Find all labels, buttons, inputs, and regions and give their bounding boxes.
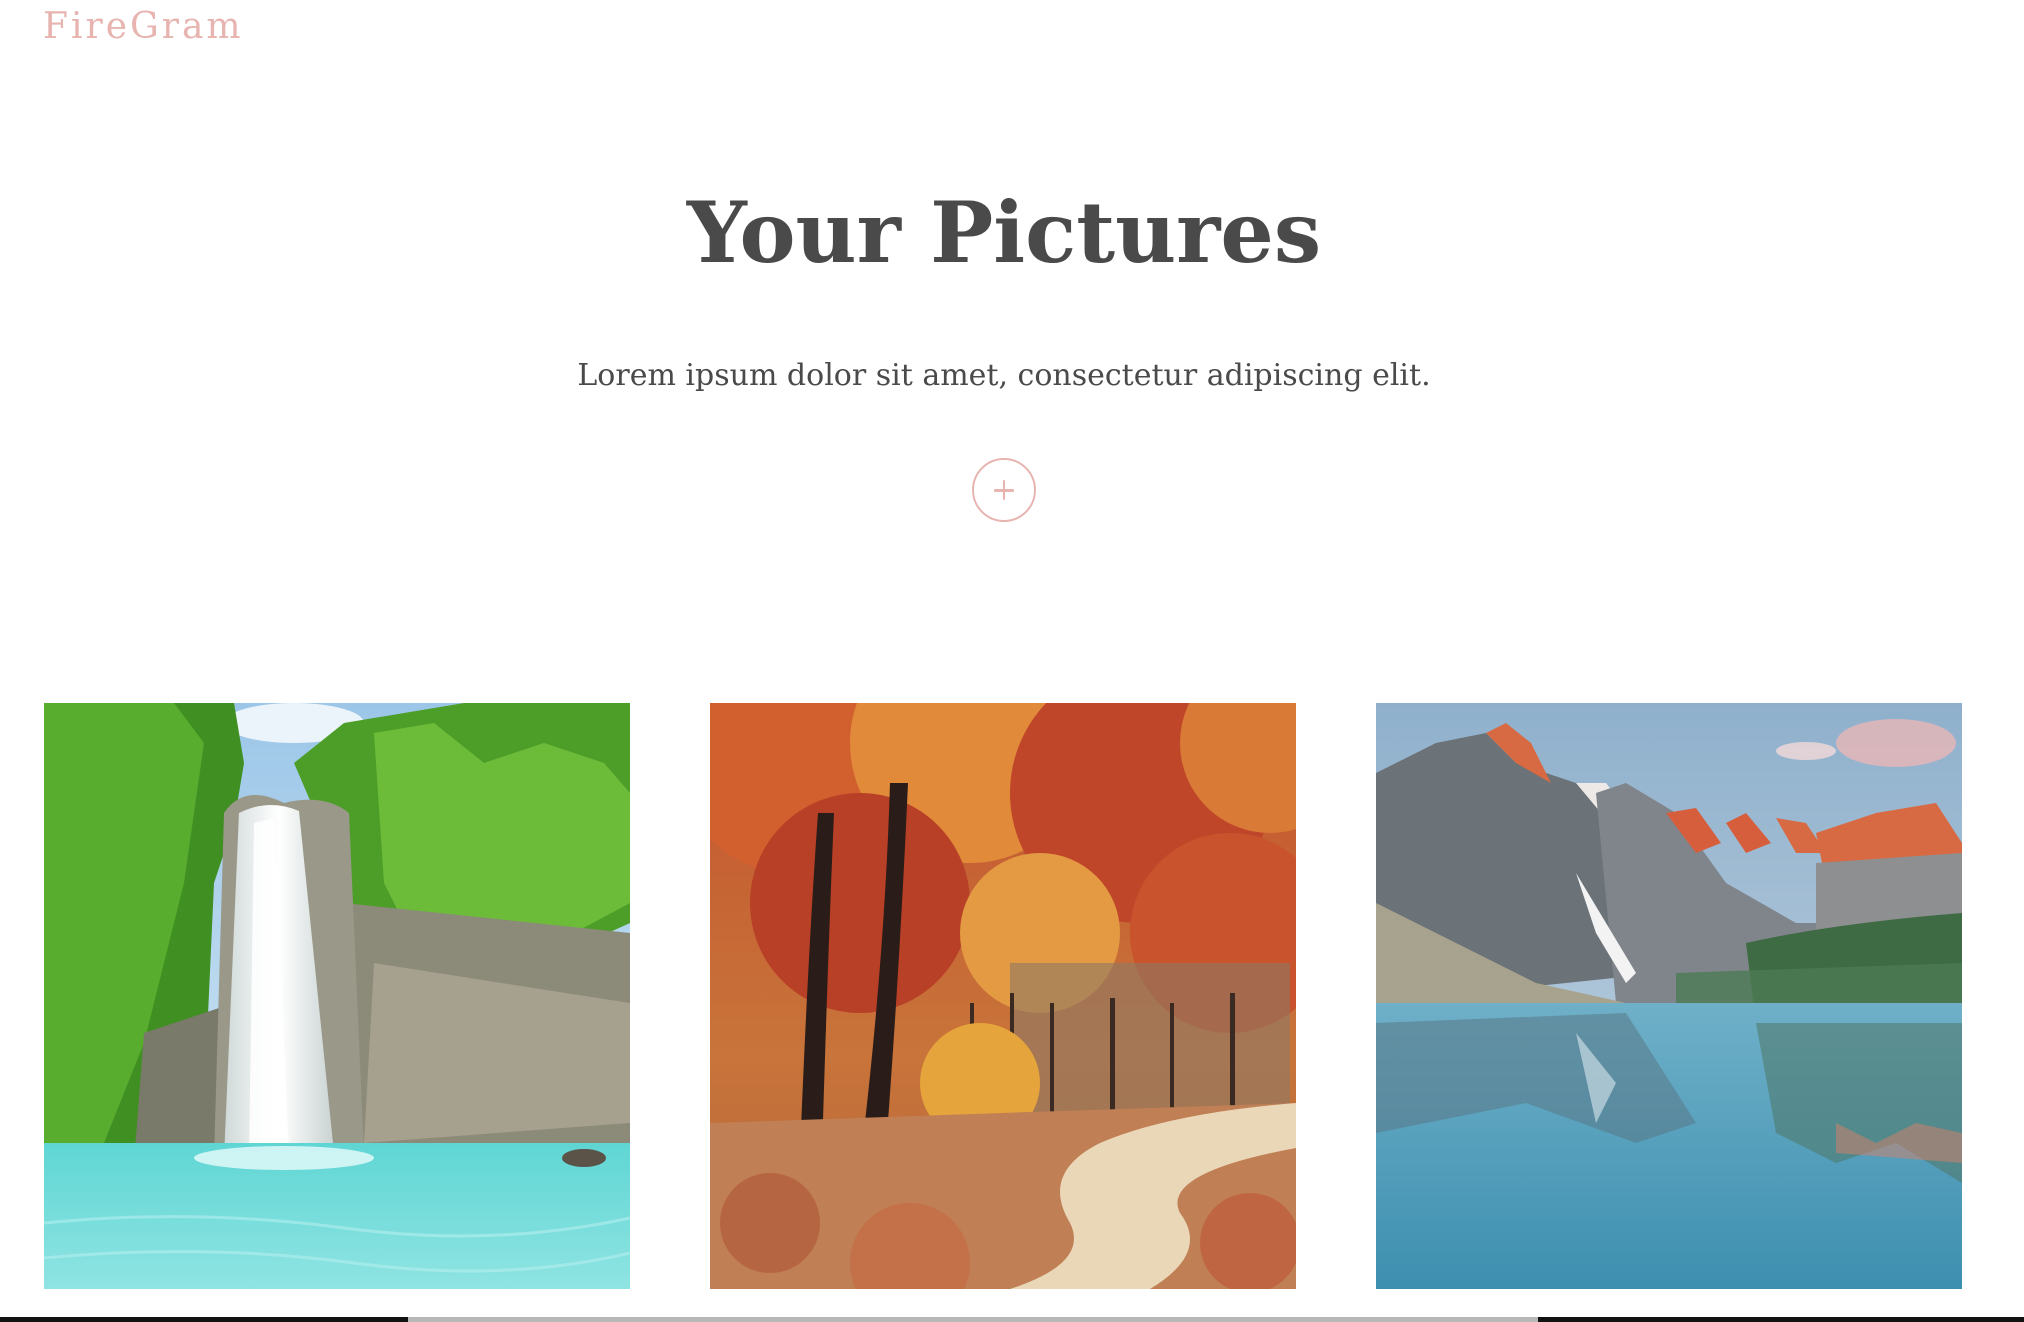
mountain-lake-image	[1376, 703, 1962, 1289]
autumn-forest-image	[710, 703, 1296, 1289]
gallery-image-mountain-lake[interactable]	[1376, 703, 1962, 1289]
page-title: Your Pictures	[686, 183, 1322, 282]
gallery-image-waterfall[interactable]	[44, 703, 630, 1289]
waterfall-image	[44, 703, 630, 1289]
upload-form	[972, 458, 1036, 522]
brand-logo[interactable]: FireGram	[43, 6, 244, 50]
image-grid	[44, 703, 1964, 1289]
page-subtitle: Lorem ipsum dolor sit amet, consectetur …	[577, 358, 1431, 393]
gallery-image-autumn-forest[interactable]	[710, 703, 1296, 1289]
horizontal-scrollbar[interactable]	[0, 1317, 2024, 1322]
scrollbar-thumb[interactable]	[408, 1317, 1538, 1322]
